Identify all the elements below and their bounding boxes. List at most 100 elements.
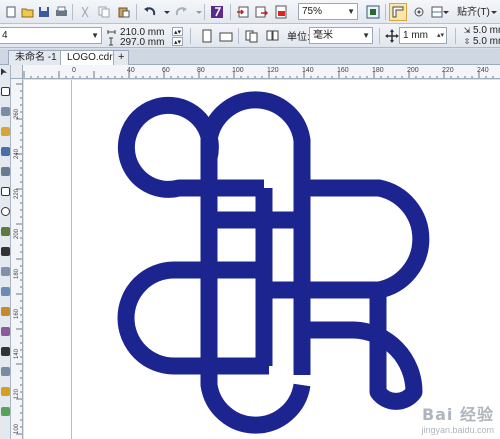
outline-pen-tool-icon[interactable] (1, 367, 10, 376)
document-tab-bar: 未命名 -1 LOGO.cdr + (0, 49, 500, 65)
page-height-field[interactable]: 297.0 mm (120, 37, 164, 49)
standard-toolbar: 75% ▼ 贴齐(T) (0, 0, 500, 24)
toolbox (0, 65, 11, 439)
knot-loop-bottom-right (302, 321, 423, 410)
drawing-canvas[interactable]: Bai 经验 jingyan.baidu.com (24, 80, 500, 439)
shape-tool-icon[interactable] (1, 87, 10, 96)
knot-loop-top-left (117, 96, 264, 220)
new-file-icon[interactable] (2, 3, 20, 21)
height-spinner[interactable]: ▴▾ (172, 37, 183, 46)
text-tool-icon[interactable] (1, 247, 10, 256)
search-content-icon[interactable] (208, 3, 226, 21)
chevron-down-icon: ▼ (362, 31, 370, 40)
watermark-logo: Bai 经验 (421, 405, 494, 424)
ruler-label: 220 (14, 188, 20, 199)
horizontal-ruler[interactable]: 0 40 60 80 100 120 140 160 180 200 220 240 (11, 65, 500, 79)
landscape-orientation-icon[interactable] (217, 27, 235, 45)
ruler-label: 100 (14, 423, 20, 434)
crop-tool-icon[interactable] (1, 107, 10, 116)
ruler-label: 140 (14, 348, 20, 359)
print-icon[interactable] (52, 3, 70, 21)
duplicate-distance-y-field[interactable]: 5.0 mm (473, 36, 500, 48)
units-label: 单位: (287, 32, 310, 43)
show-rulers-icon[interactable] (389, 3, 407, 21)
ruler-label: 120 (267, 67, 279, 74)
ruler-label: 220 (442, 67, 454, 74)
zoom-level-dropdown[interactable]: 75% ▼ (298, 3, 358, 20)
transparency-tool-icon[interactable] (1, 327, 10, 336)
chevron-down-icon: ▼ (91, 31, 99, 40)
publish-pdf-icon[interactable] (272, 3, 290, 21)
knot-loop-left-middle (117, 261, 269, 375)
redo-dropdown-icon[interactable] (190, 3, 208, 21)
vertical-ruler[interactable]: 260 240 220 200 180 160 140 120 100 (11, 79, 23, 439)
ruler-label: 80 (197, 67, 205, 74)
all-pages-icon[interactable] (243, 27, 261, 45)
width-spinner[interactable]: ▴▾ (172, 27, 183, 36)
page-size-value: 4 (2, 30, 8, 41)
new-tab-button[interactable]: + (113, 50, 130, 65)
ruler-label: 200 (407, 67, 419, 74)
blend-tool-icon[interactable] (1, 307, 10, 316)
zoom-level-value: 75% (302, 6, 323, 17)
units-dropdown[interactable]: 毫米 ▼ (309, 27, 373, 44)
vertical-ruler-ticks: 260 240 220 200 180 160 140 120 100 (14, 83, 22, 435)
watermark-url: jingyan.baidu.com (421, 425, 494, 435)
chevron-down-icon: ▼ (347, 7, 355, 16)
connector-tool-icon[interactable] (1, 287, 10, 296)
polygon-tool-icon[interactable] (1, 227, 10, 236)
ruler-label: 240 (477, 67, 489, 74)
eyedropper-tool-icon[interactable] (1, 347, 10, 356)
tab-logo[interactable]: LOGO.cdr (60, 50, 120, 65)
redo-icon[interactable] (172, 3, 190, 21)
knot-loop-right-top (264, 179, 430, 299)
ruler-label: 160 (337, 67, 349, 74)
ruler-label: 40 (127, 67, 135, 74)
cut-icon[interactable] (76, 3, 94, 21)
property-bar: 4 ▼ 210.0 mm 297.0 mm ▴▾ ▴▾ 单位: 毫米 ▼ 1 m… (0, 24, 500, 48)
knot-strokes (117, 91, 430, 434)
duplicate-distance-y-icon: ⇳ (463, 36, 471, 46)
chinese-knot-logo[interactable] (24, 80, 500, 439)
guidelines-dropdown-icon[interactable] (442, 3, 450, 21)
ruler-label: 180 (372, 67, 384, 74)
pick-tool-icon[interactable] (1, 68, 7, 76)
ruler-label: 200 (14, 228, 20, 239)
ruler-label: 100 (232, 67, 244, 74)
zoom-tool-icon[interactable] (1, 127, 10, 136)
nudge-distance-field[interactable]: 1 mm ▴▾ (399, 27, 447, 44)
export-icon[interactable] (252, 3, 270, 21)
freehand-tool-icon[interactable] (1, 147, 10, 156)
copy-icon[interactable] (95, 3, 113, 21)
units-value: 毫米 (313, 30, 333, 41)
ruler-origin-corner[interactable] (11, 65, 23, 79)
ellipse-tool-icon[interactable] (1, 207, 10, 216)
current-page-icon[interactable] (263, 27, 281, 45)
parallel-dimension-tool-icon[interactable] (1, 267, 10, 276)
import-icon[interactable] (234, 3, 252, 21)
ruler-label: 60 (162, 67, 170, 74)
snap-to-menu[interactable]: 贴齐(T) (457, 7, 490, 19)
portrait-orientation-icon[interactable] (198, 27, 216, 45)
paste-icon[interactable] (115, 3, 133, 21)
fill-tool-icon[interactable] (1, 387, 10, 396)
width-icon (106, 27, 116, 36)
full-screen-preview-icon[interactable] (364, 3, 382, 21)
save-icon[interactable] (35, 3, 53, 21)
height-icon (106, 37, 116, 46)
show-grid-icon[interactable] (410, 3, 428, 21)
snap-dropdown-icon[interactable] (489, 3, 498, 21)
ruler-label: 120 (14, 388, 20, 399)
ruler-label: 0 (72, 67, 76, 74)
interactive-fill-tool-icon[interactable] (1, 407, 10, 416)
nudge-distance-value: 1 mm (403, 30, 428, 41)
page-size-dropdown[interactable]: 4 ▼ (0, 27, 102, 44)
rectangle-tool-icon[interactable] (1, 187, 10, 196)
watermark: Bai 经验 jingyan.baidu.com (421, 401, 494, 435)
tab-untitled[interactable]: 未命名 -1 (8, 50, 64, 65)
undo-icon[interactable] (141, 3, 159, 21)
artistic-media-tool-icon[interactable] (1, 167, 10, 176)
ruler-label: 180 (14, 268, 20, 279)
ruler-label: 240 (14, 148, 20, 159)
spinner-icon: ▴▾ (436, 32, 444, 39)
